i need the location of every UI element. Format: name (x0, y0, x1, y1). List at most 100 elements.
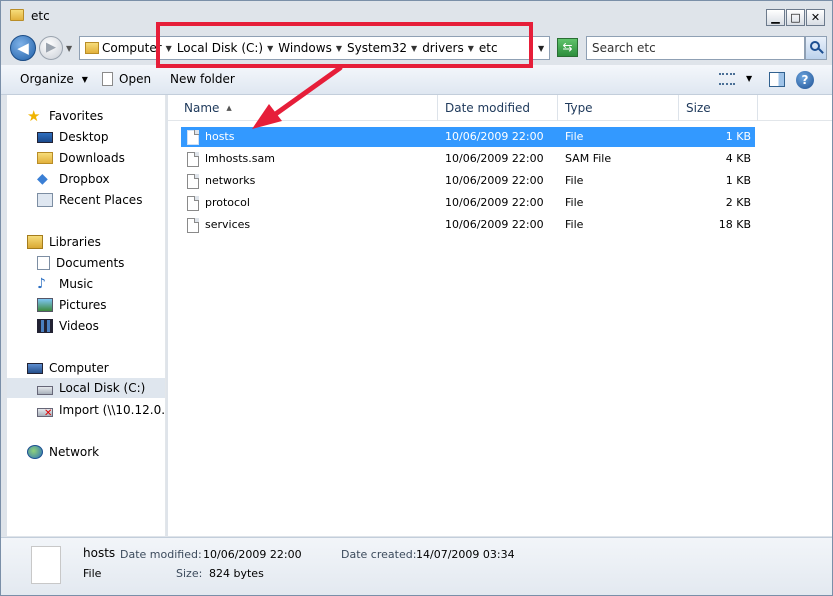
nav-label: Import (\\10.12.0.11) (59, 403, 166, 417)
details-date-created-label: Date created: (341, 548, 417, 561)
search-box[interactable] (586, 36, 805, 60)
nav-computer[interactable]: Computer (27, 358, 165, 378)
file-date: 10/06/2009 22:00 (445, 152, 544, 165)
file-icon (187, 196, 199, 211)
help-icon[interactable]: ? (796, 71, 814, 89)
maximize-button[interactable]: □ (786, 9, 805, 26)
change-view-icon[interactable] (719, 73, 735, 85)
file-date: 10/06/2009 22:00 (445, 174, 544, 187)
file-row[interactable]: networks 10/06/2009 22:00 File 1 KB (181, 171, 755, 191)
network-icon (27, 445, 43, 459)
column-label: Size (686, 101, 711, 115)
file-list[interactable]: Name ▲ Date modified Type Size hosts 10/0… (168, 95, 832, 536)
nav-favorites[interactable]: ★ Favorites (27, 106, 165, 126)
nav-label: Documents (56, 256, 125, 270)
minimize-button[interactable]: ▁ (766, 9, 785, 26)
nav-downloads[interactable]: Downloads (37, 148, 165, 168)
preview-pane-icon[interactable] (769, 72, 785, 87)
nav-desktop[interactable]: Desktop (37, 127, 165, 147)
back-button[interactable]: ◀ (10, 35, 36, 61)
nav-label: Dropbox (59, 172, 110, 186)
organize-button[interactable]: Organize ▼ (20, 72, 88, 86)
file-date: 10/06/2009 22:00 (445, 218, 544, 231)
navigation-pane[interactable]: ★ Favorites Desktop Downloads ◆ Dropbox … (7, 95, 166, 536)
file-row[interactable]: services 10/06/2009 22:00 File 18 KB (181, 215, 755, 235)
file-size: 2 KB (725, 196, 751, 209)
organize-label: Organize (20, 72, 74, 86)
new-folder-label: New folder (170, 72, 235, 86)
address-history-dropdown[interactable]: ▼ (538, 44, 544, 53)
nav-network[interactable]: Network (27, 442, 165, 462)
column-label: Name (184, 101, 220, 115)
file-row[interactable]: protocol 10/06/2009 22:00 File 2 KB (181, 193, 755, 213)
music-icon: ♪ (37, 276, 46, 292)
search-input[interactable] (587, 37, 804, 59)
nav-libraries[interactable]: Libraries (27, 232, 165, 252)
nav-local-disk[interactable]: Local Disk (C:) (7, 378, 165, 398)
nav-dropbox[interactable]: ◆ Dropbox (37, 169, 165, 189)
forward-button[interactable]: ▶ (39, 36, 63, 60)
computer-icon (27, 362, 43, 374)
file-type: File (565, 130, 584, 143)
column-header-size[interactable]: Size (679, 95, 758, 121)
nav-recent-places[interactable]: Recent Places (37, 190, 165, 210)
refresh-icon[interactable]: ⇆ (557, 38, 578, 57)
nav-documents[interactable]: Documents (37, 253, 165, 273)
details-file-type: File (83, 567, 102, 580)
folder-icon (10, 9, 24, 21)
file-icon (187, 152, 199, 167)
dropbox-icon: ◆ (37, 171, 48, 187)
column-label: Type (565, 101, 593, 115)
view-options-dropdown[interactable]: ▼ (746, 74, 752, 83)
close-button[interactable]: ✕ (806, 9, 825, 26)
file-size: 1 KB (725, 174, 751, 187)
details-size: 824 bytes (209, 567, 264, 580)
file-name: protocol (205, 196, 250, 209)
column-header-date-modified[interactable]: Date modified (438, 95, 558, 121)
open-label: Open (119, 72, 152, 86)
file-name: lmhosts.sam (205, 152, 275, 165)
recent-places-icon (37, 193, 53, 207)
nav-label: Downloads (59, 151, 125, 165)
details-pane: hosts Date modified: 10/06/2009 22:00 Da… (1, 537, 832, 595)
annotation-highlight-box (156, 22, 533, 68)
details-file-name: hosts (83, 546, 116, 560)
search-button[interactable] (805, 36, 827, 60)
command-bar: Organize ▼ Open New folder ▼ ? (1, 65, 832, 95)
nav-pictures[interactable]: Pictures (37, 295, 165, 315)
file-icon (187, 174, 199, 189)
nav-label: Libraries (49, 235, 101, 249)
nav-label: Favorites (49, 109, 104, 123)
nav-label: Pictures (59, 298, 107, 312)
details-date-created: 14/07/2009 03:34 (416, 548, 515, 561)
nav-import-drive[interactable]: ✕ Import (\\10.12.0.11) (37, 400, 166, 420)
file-icon (187, 130, 199, 145)
column-header-name[interactable]: Name ▲ (177, 95, 438, 121)
sort-ascending-icon: ▲ (226, 104, 232, 112)
downloads-folder-icon (37, 152, 53, 164)
desktop-icon (37, 131, 53, 143)
file-date: 10/06/2009 22:00 (445, 196, 544, 209)
details-date-modified: 10/06/2009 22:00 (203, 548, 302, 561)
recent-pages-dropdown[interactable]: ▼ (66, 44, 72, 53)
star-icon: ★ (27, 107, 41, 125)
search-icon-handle (818, 48, 824, 54)
breadcrumb-label: Computer (102, 41, 162, 55)
column-headers: Name ▲ Date modified Type Size (168, 95, 832, 121)
file-size: 4 KB (725, 152, 751, 165)
folder-icon (85, 42, 99, 54)
pictures-icon (37, 298, 53, 312)
details-size-label: Size: (176, 567, 203, 580)
file-row[interactable]: hosts 10/06/2009 22:00 File 1 KB (181, 127, 755, 147)
nav-music[interactable]: ♪ Music (37, 274, 165, 294)
nav-videos[interactable]: Videos (37, 316, 165, 336)
file-type: File (565, 218, 584, 231)
file-type: File (565, 196, 584, 209)
new-folder-button[interactable]: New folder (170, 72, 235, 86)
column-header-type[interactable]: Type (558, 95, 679, 121)
nav-label: Videos (59, 319, 99, 333)
open-button[interactable]: Open (102, 72, 151, 86)
disconnected-drive-icon: ✕ (37, 407, 53, 418)
file-row[interactable]: lmhosts.sam 10/06/2009 22:00 SAM File 4 … (181, 149, 755, 169)
nav-label: Computer (49, 361, 109, 375)
